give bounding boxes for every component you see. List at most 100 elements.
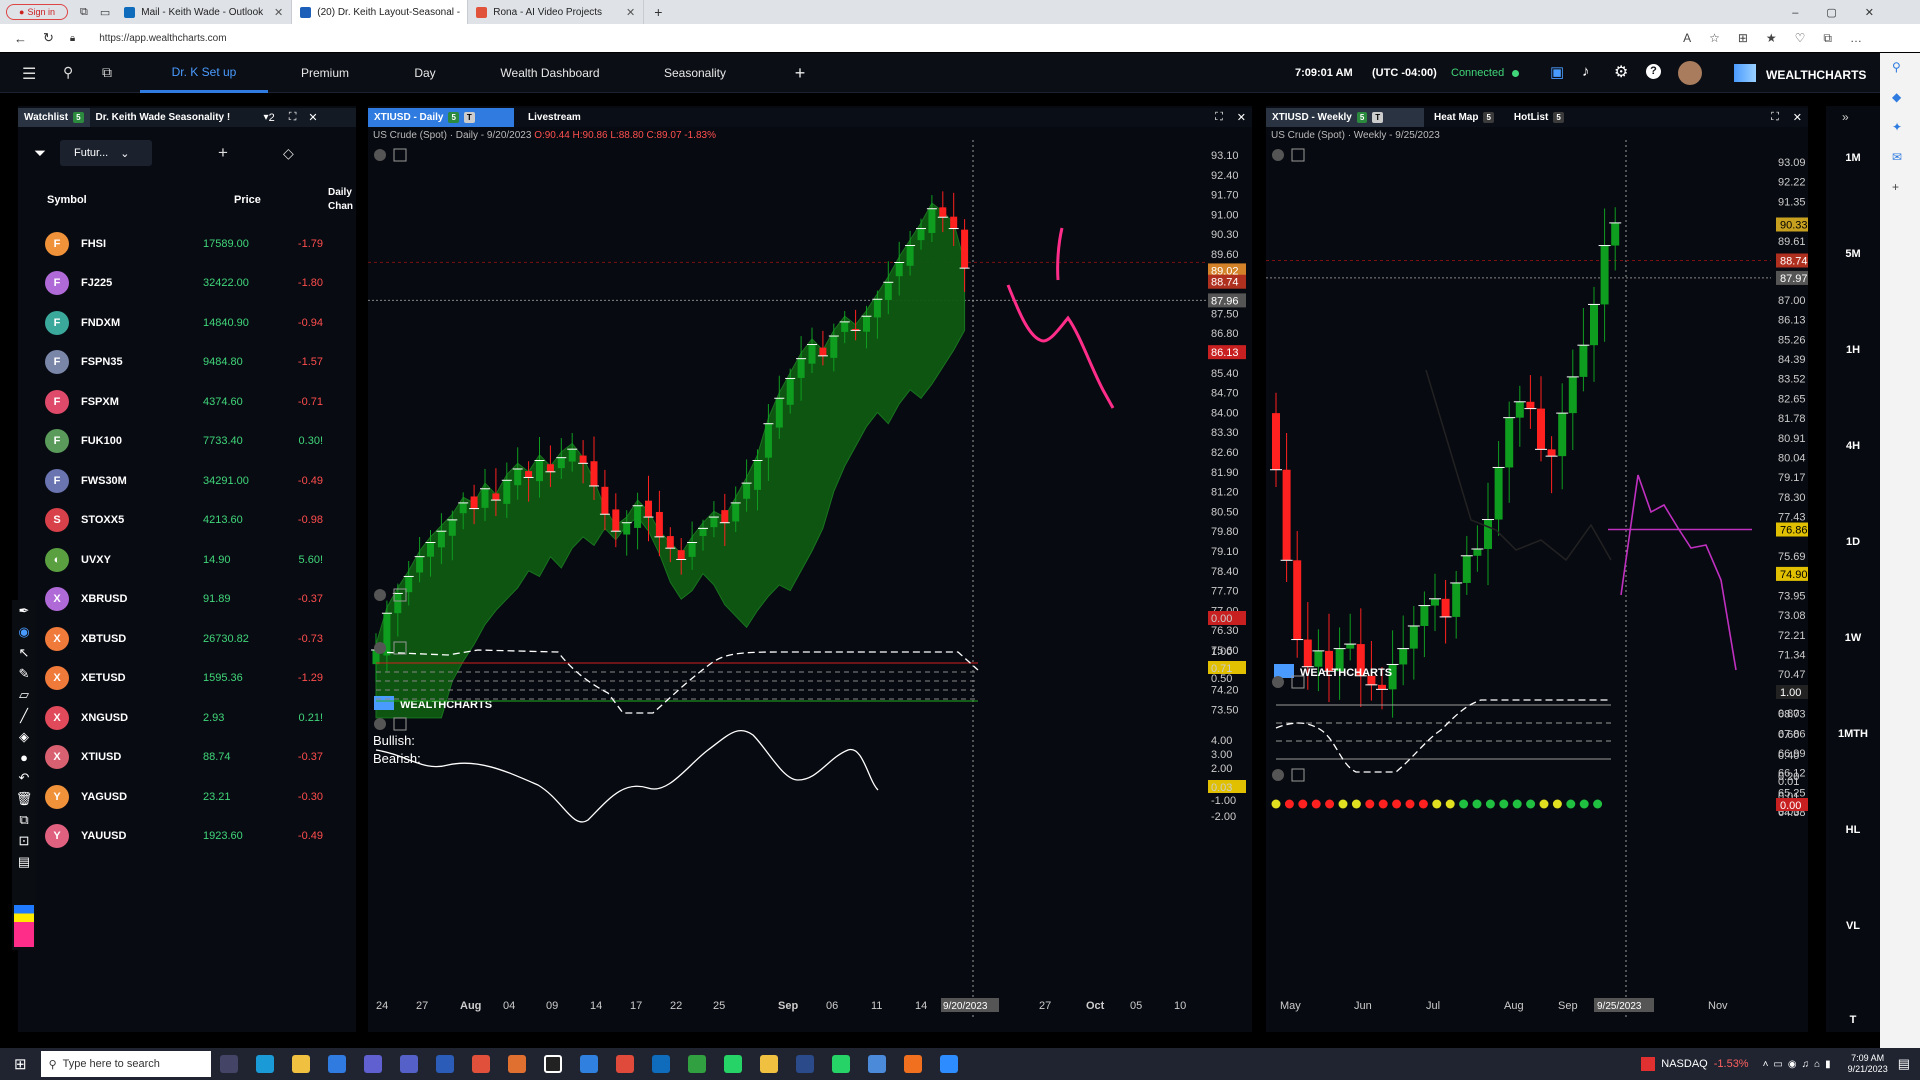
app-icon[interactable] bbox=[867, 1055, 886, 1073]
browser-toolbar-icons[interactable]: A☆⊞★♡⧉… bbox=[1683, 31, 1880, 46]
word-icon[interactable] bbox=[435, 1055, 454, 1073]
back-icon[interactable]: ← bbox=[14, 31, 27, 46]
watchlist-row-xngusd[interactable]: X XNGUSD 2.93 0.21! bbox=[20, 698, 356, 737]
layouts-icon[interactable]: ⧉ bbox=[102, 64, 112, 81]
timezone[interactable]: (UTC -04:00) bbox=[1372, 67, 1437, 79]
collapse-icon[interactable]: » bbox=[1842, 110, 1849, 124]
highlighter-icon[interactable]: ▱ bbox=[14, 687, 34, 703]
watchlist-row-yagusd[interactable]: Y YAGUSD 23.21 -0.30 bbox=[20, 777, 356, 816]
expand-icon[interactable]: ⛶ bbox=[1771, 111, 1779, 124]
tab-premium[interactable]: Premium bbox=[280, 53, 370, 93]
search-icon[interactable]: ⚲ bbox=[63, 64, 73, 81]
add-symbol-button[interactable]: + bbox=[218, 143, 228, 163]
watchlist-row-fndxm[interactable]: F FNDXM 14840.90 -0.94 bbox=[20, 303, 356, 342]
brush-icon[interactable]: ✎ bbox=[14, 666, 34, 682]
watchlist-row-xbrusd[interactable]: X XBRUSD 91.89 -0.37 bbox=[20, 580, 356, 619]
add-tab-button[interactable]: + bbox=[780, 53, 820, 93]
tools-icon[interactable]: ✦ bbox=[1892, 120, 1902, 134]
weekly-chart[interactable]: 93.09 92.22 91.35 89.61 87.00 86.13 85.26 84.39… bbox=[1266, 140, 1808, 1026]
timeframe-4h[interactable]: 4H bbox=[1833, 440, 1873, 452]
copy-icon[interactable]: ⧉ bbox=[14, 812, 34, 828]
search-icon[interactable]: ⚲ bbox=[1892, 60, 1902, 74]
timeframe-1mth[interactable]: 1MTH bbox=[1833, 728, 1873, 740]
filter-icon[interactable]: ⏷ bbox=[34, 145, 46, 162]
close-icon[interactable]: ✕ bbox=[1237, 111, 1246, 124]
marker-icon[interactable]: ◈ bbox=[14, 729, 34, 745]
edge-sidebar-icons[interactable]: ⚲ ◆ ✦ ✉ + bbox=[1892, 60, 1902, 194]
task-view-icon[interactable] bbox=[219, 1055, 238, 1073]
notification-icon[interactable]: ▤ bbox=[1898, 1056, 1910, 1072]
app-icon[interactable] bbox=[795, 1055, 814, 1073]
sign-in-button[interactable]: ● Sign in bbox=[6, 4, 68, 20]
new-tab-button[interactable]: + bbox=[654, 4, 662, 20]
drawing-tools[interactable]: ✒ ◉ ↖ ✎ ▱ ╱ ◈ ● ↶ 🗑︎ ⧉ ⊡ ▤ bbox=[14, 603, 34, 870]
app-icon[interactable] bbox=[543, 1055, 562, 1073]
add-icon[interactable]: + bbox=[1892, 180, 1902, 194]
tab-xtiusd-daily[interactable]: XTIUSD - Daily 5 T bbox=[368, 108, 514, 127]
watchlist-row-xetusd[interactable]: X XETUSD 1595.36 -1.29 bbox=[20, 659, 356, 698]
trash-icon[interactable]: 🗑︎ bbox=[14, 791, 34, 807]
teams-icon[interactable] bbox=[399, 1055, 418, 1073]
edge-icon[interactable] bbox=[255, 1055, 274, 1073]
app-icon[interactable] bbox=[579, 1055, 598, 1073]
header-change[interactable]: Daily Chan bbox=[328, 186, 358, 214]
chrome-icon[interactable] bbox=[687, 1055, 706, 1073]
tab-xtiusd-weekly[interactable]: XTIUSD - Weekly 5 T bbox=[1266, 108, 1424, 127]
watchlist-row-uvxy[interactable]: ◐ UVXY 14.90 5.60! bbox=[20, 540, 356, 579]
close-icon[interactable]: ✕ bbox=[274, 6, 283, 19]
undo-icon[interactable]: ↶ bbox=[14, 770, 34, 786]
pen-icon[interactable]: ✒ bbox=[14, 603, 34, 619]
watchlist-row-fspxm[interactable]: F FSPXM 4374.60 -0.71 bbox=[20, 382, 356, 421]
app-icon[interactable] bbox=[903, 1055, 922, 1073]
watchlist-row-fhsi[interactable]: F FHSI 17589.00 -1.79 bbox=[20, 224, 356, 263]
taskbar-clock[interactable]: 7:09 AM 9/21/2023 bbox=[1848, 1053, 1888, 1075]
watchlist-row-fuk100[interactable]: F FUK100 7733.40 0.30! bbox=[20, 422, 356, 461]
timeframe-5m[interactable]: 5M bbox=[1833, 248, 1873, 260]
app-icon[interactable] bbox=[363, 1055, 382, 1073]
explorer-icon[interactable] bbox=[291, 1055, 310, 1073]
tab-actions-icon[interactable]: ▭ bbox=[100, 6, 110, 19]
timeframe-1m[interactable]: 1M bbox=[1833, 152, 1873, 164]
line-icon[interactable]: ╱ bbox=[14, 708, 34, 724]
timeframe-hl[interactable]: HL bbox=[1833, 824, 1873, 836]
timeframe-t[interactable]: T bbox=[1833, 1014, 1873, 1026]
timeframe-1w[interactable]: 1W bbox=[1833, 632, 1873, 644]
watchlist-row-fws30m[interactable]: F FWS30M 34291.00 -0.49 bbox=[20, 461, 356, 500]
eye-icon[interactable]: ◉ bbox=[14, 624, 34, 640]
outlook-icon[interactable] bbox=[651, 1055, 670, 1073]
menu-icon[interactable]: ☰ bbox=[22, 64, 36, 84]
tab-hotlist[interactable]: HotList 5 bbox=[1508, 109, 1570, 126]
tray-icons[interactable]: ˄▭◉♫⌂▮ bbox=[1763, 1059, 1836, 1070]
expand-icon[interactable]: ⛶ bbox=[289, 111, 297, 124]
app-icon[interactable] bbox=[471, 1055, 490, 1073]
filter-dropdown[interactable]: Futur... ⌄ bbox=[60, 140, 152, 166]
save-icon[interactable]: ▣ bbox=[1550, 63, 1564, 81]
tab-dr-k-set-up[interactable]: Dr. K Set up bbox=[140, 53, 268, 93]
gear-icon[interactable]: ⚙ bbox=[1614, 62, 1628, 82]
watchlist-row-fj225[interactable]: F FJ225 32422.00 -1.80 bbox=[20, 264, 356, 303]
workspaces-icon[interactable]: ⧉ bbox=[80, 6, 88, 19]
timeframe-vl[interactable]: VL bbox=[1833, 920, 1873, 932]
watchlist-row-yauusd[interactable]: Y YAUUSD 1923.60 -0.49 bbox=[20, 817, 356, 856]
tab-heat-map[interactable]: Heat Map 5 bbox=[1428, 109, 1500, 126]
dot-icon[interactable]: ● bbox=[14, 750, 34, 765]
bell-icon[interactable]: ♪ bbox=[1582, 63, 1590, 80]
folder-icon[interactable] bbox=[759, 1055, 778, 1073]
url-field[interactable]: https://app.wealthcharts.com bbox=[99, 33, 226, 44]
taskbar-search[interactable]: ⚲ Type here to search bbox=[40, 1051, 211, 1077]
tag-icon[interactable]: ◆ bbox=[1892, 90, 1902, 104]
cursor-icon[interactable]: ↖ bbox=[14, 645, 34, 661]
browser-tab-rona[interactable]: Rona - AI Video Projects ✕ bbox=[468, 0, 645, 24]
tab-day[interactable]: Day bbox=[390, 53, 460, 93]
watchlist-row-fspn35[interactable]: F FSPN35 9484.80 -1.57 bbox=[20, 343, 356, 382]
clipboard-icon[interactable]: ▤ bbox=[14, 854, 34, 870]
close-icon[interactable]: ✕ bbox=[308, 111, 317, 124]
header-price[interactable]: Price bbox=[234, 194, 261, 206]
watchlist-row-stoxx5[interactable]: S STOXX5 4213.60 -0.98 bbox=[20, 501, 356, 540]
watchlist-row-xbtusd[interactable]: X XBTUSD 26730.82 -0.73 bbox=[20, 619, 356, 658]
avatar[interactable] bbox=[1678, 61, 1702, 85]
ticker-name[interactable]: NASDAQ bbox=[1661, 1058, 1707, 1070]
timeframe-1h[interactable]: 1H bbox=[1833, 344, 1873, 356]
expand-icon[interactable]: ⛶ bbox=[1215, 111, 1223, 124]
chrome-icon[interactable] bbox=[615, 1055, 634, 1073]
